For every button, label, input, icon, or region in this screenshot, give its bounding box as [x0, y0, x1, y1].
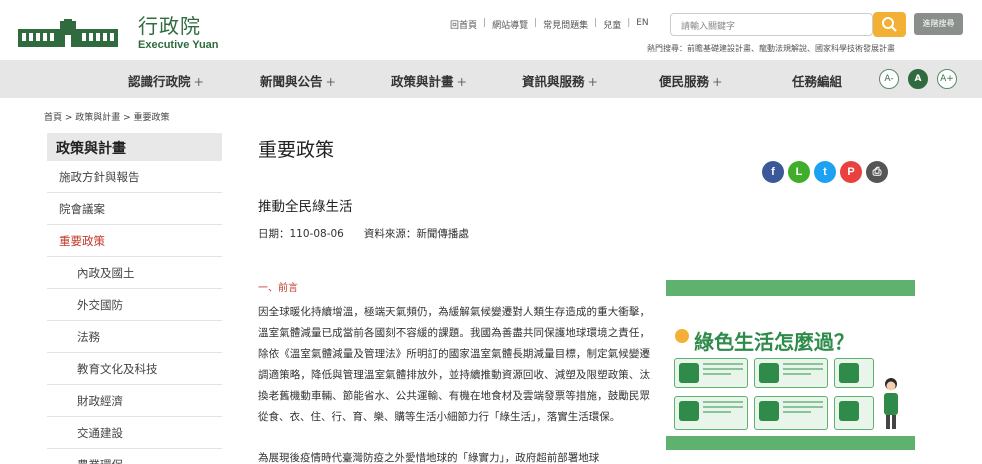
site-header: 行政院 Executive Yuan 回首頁 | 網站導覽 | 常見問題集 | 兒童 |…: [0, 0, 982, 60]
search-button[interactable]: [873, 12, 906, 37]
section-heading: 一、前言: [258, 283, 298, 294]
nav-info[interactable]: 資訊與服務 +: [522, 71, 598, 90]
sidebar-item-agriculture[interactable]: 農業環保: [47, 449, 222, 464]
logo-chinese: 行政院: [138, 14, 201, 38]
green-tip-card: [834, 358, 874, 388]
green-tip-card: [674, 358, 748, 388]
page-title: 重要政策: [258, 139, 335, 161]
hot-search-links[interactable]: 熱門搜尋：前瞻基礎建設計畫、龍動法規解說、國家科學技術發展計畫: [647, 43, 895, 54]
line-icon[interactable]: L: [788, 161, 810, 183]
print-icon[interactable]: ⎙: [866, 161, 888, 183]
article-date: 日期：110-08-06: [258, 228, 344, 240]
font-smaller-button[interactable]: A-: [879, 69, 899, 89]
sidebar-item-justice[interactable]: 法務: [47, 321, 222, 353]
search-icon: [882, 17, 897, 32]
sidebar-item-education[interactable]: 教育文化及科技: [47, 353, 222, 385]
twitter-icon[interactable]: t: [814, 161, 836, 183]
share-buttons: f L t P ⎙: [762, 161, 888, 183]
green-tip-card: [674, 396, 748, 430]
font-larger-button[interactable]: A+: [937, 69, 957, 89]
link-sitemap[interactable]: 網站導覽: [492, 18, 528, 31]
leaf-icon: [675, 329, 689, 343]
link-english[interactable]: EN: [636, 18, 648, 31]
advanced-search-button[interactable]: 進階搜尋: [914, 13, 963, 35]
nav-services[interactable]: 便民服務 +: [659, 71, 723, 90]
article-source: 資料來源：新聞傳播處: [363, 228, 469, 240]
green-tip-card: [834, 396, 874, 430]
sidebar-title: 政策與計畫: [47, 133, 222, 161]
nav-about[interactable]: 認識行政院 +: [128, 71, 204, 90]
nav-news[interactable]: 新聞與公告 +: [260, 71, 336, 90]
sidebar-item-major-policies[interactable]: 重要政策: [47, 225, 222, 257]
logo-english: Executive Yuan: [138, 39, 219, 51]
utility-links: 回首頁 | 網站導覽 | 常見問題集 | 兒童 | EN: [450, 18, 649, 31]
site-logo[interactable]: 行政院 Executive Yuan: [18, 16, 219, 51]
article-title: 推動全民綠生活: [258, 199, 353, 215]
link-faq[interactable]: 常見問題集: [543, 18, 588, 31]
sidebar-item-foreign-defense[interactable]: 外交國防: [47, 289, 222, 321]
green-tip-card: [754, 396, 828, 430]
article-paragraph: 因全球暖化持續增溫，極端天氣頻仍，為緩解氣候變遷對人類生存造成的重大衝擊，溫室氣…: [258, 306, 650, 423]
font-normal-button[interactable]: A: [908, 69, 928, 89]
sidebar: 政策與計畫 施政方針與報告 院會議案 重要政策 內政及國土 外交國防 法務 教育…: [47, 133, 222, 464]
plurk-icon[interactable]: P: [840, 161, 862, 183]
search-input[interactable]: 請輸入關鍵字: [670, 13, 873, 36]
main-nav: 認識行政院 + 新聞與公告 + 政策與計畫 + 資訊與服務 + 便民服務 + 任務編組 A…: [0, 60, 982, 98]
green-life-banner-image[interactable]: 綠色生活怎麼過？: [666, 280, 915, 450]
sidebar-item-cabinet-meetings[interactable]: 院會議案: [47, 193, 222, 225]
sidebar-item-finance[interactable]: 財政經濟: [47, 385, 222, 417]
sidebar-item-transport[interactable]: 交通建設: [47, 417, 222, 449]
green-tip-card: [754, 358, 828, 388]
breadcrumb[interactable]: 首頁 > 政策與計畫 > 重要政策: [44, 110, 170, 123]
banner-title: 綠色生活怎麼過？: [694, 330, 854, 354]
nav-taskforce[interactable]: 任務編組: [792, 71, 842, 90]
article-paragraph-2: 為展現後疫情時代臺灣防疫之外愛惜地球的「綠實力」，政府超前部署地球: [258, 452, 600, 464]
facebook-icon[interactable]: f: [762, 161, 784, 183]
article-meta: 日期：110-08-06 資料來源：新聞傳播處: [258, 226, 469, 241]
person-illustration-icon: [884, 378, 898, 429]
sidebar-item-reports[interactable]: 施政方針與報告: [47, 161, 222, 193]
sidebar-item-interior[interactable]: 內政及國土: [47, 257, 222, 289]
link-kids[interactable]: 兒童: [603, 18, 621, 31]
nav-policy[interactable]: 政策與計畫 +: [391, 71, 467, 90]
building-logo-icon: [18, 18, 118, 49]
link-home[interactable]: 回首頁: [450, 18, 477, 31]
